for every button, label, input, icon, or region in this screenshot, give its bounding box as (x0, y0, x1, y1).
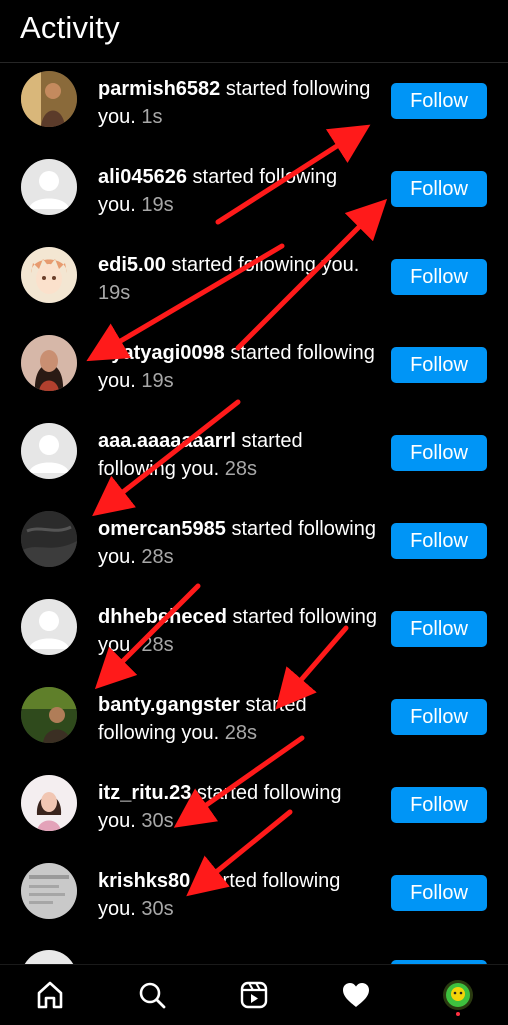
notification-text: krishks80 started following you. 30s (98, 867, 378, 923)
list-item[interactable]: parmish6582 started following you. 1s Fol… (0, 56, 508, 144)
avatar[interactable] (21, 775, 77, 831)
timestamp: 28s (141, 634, 174, 656)
bottom-nav (0, 964, 508, 1025)
follow-button[interactable]: Follow (391, 83, 487, 119)
notification-message: started following you. (171, 254, 360, 276)
reels-icon[interactable] (238, 979, 270, 1011)
avatar[interactable] (21, 599, 77, 655)
avatar (21, 950, 77, 964)
avatar[interactable] (21, 335, 77, 391)
follow-button[interactable]: Follow (391, 435, 487, 471)
notification-text: omercan5985 started following you. 28s (98, 515, 378, 571)
home-icon[interactable] (34, 979, 66, 1011)
username[interactable]: itz_ritu.23 (98, 782, 191, 804)
timestamp: 1s (141, 106, 163, 128)
timestamp: 30s (141, 898, 174, 920)
notification-text: dhhebeheced started following you. 28s (98, 603, 378, 659)
notification-text: riyatyagi0098 started following you. 19s (98, 339, 378, 395)
list-item[interactable]: omercan5985 started following you. 28s Fo… (0, 496, 508, 584)
follow-button[interactable]: Follow (391, 523, 487, 559)
username[interactable]: edi5.00 (98, 254, 166, 276)
follow-button[interactable]: Follow (391, 259, 487, 295)
avatar[interactable] (21, 687, 77, 743)
username[interactable]: aaa.aaaaaaarrl (98, 430, 236, 452)
follow-button[interactable]: Follow (391, 787, 487, 823)
notification-text: aaa.aaaaaaarrl started following you. 28… (98, 427, 378, 483)
profile-avatar[interactable] (441, 979, 473, 1016)
avatar[interactable] (21, 71, 77, 127)
list-item[interactable]: banty.gangster started following you. 28… (0, 672, 508, 760)
notification-text: itz_ritu.23 started following you. 30s (98, 779, 378, 835)
avatar[interactable] (21, 863, 77, 919)
list-item[interactable]: ali045626 started following you. 19s Foll… (0, 144, 508, 232)
username[interactable]: krishks80 (98, 870, 190, 892)
timestamp: 19s (141, 370, 174, 392)
username[interactable]: banty.gangster (98, 694, 240, 716)
follow-button[interactable]: Follow (391, 699, 487, 735)
follow-button[interactable]: Follow (391, 875, 487, 911)
avatar[interactable] (21, 159, 77, 215)
username[interactable]: riyatyagi0098 (98, 342, 225, 364)
header: Activity (0, 0, 508, 62)
follow-button[interactable]: Follow (391, 611, 487, 647)
heart-icon[interactable] (340, 979, 372, 1011)
timestamp: 19s (141, 194, 174, 216)
timestamp: 28s (141, 546, 174, 568)
timestamp: 19s (98, 282, 131, 304)
avatar[interactable] (21, 423, 77, 479)
follow-button[interactable]: Follow (391, 171, 487, 207)
avatar[interactable] (21, 511, 77, 567)
list-item[interactable]: krishks80 started following you. 30s Foll… (0, 848, 508, 936)
list-item[interactable]: aaa.aaaaaaarrl started following you. 28… (0, 408, 508, 496)
page-title: Activity (20, 10, 120, 45)
username[interactable]: dhhebeheced (98, 606, 227, 628)
notification-text: edi5.00 started following you. 19s (98, 251, 378, 307)
partial-list-item (0, 950, 508, 964)
search-icon[interactable] (136, 979, 168, 1011)
list-item[interactable]: edi5.00 started following you. 19s Follow (0, 232, 508, 320)
avatar[interactable] (21, 247, 77, 303)
list-item[interactable]: dhhebeheced started following you. 28s Fo… (0, 584, 508, 672)
notification-list: parmish6582 started following you. 1s Fol… (0, 56, 508, 936)
timestamp: 28s (224, 722, 257, 744)
list-item[interactable]: itz_ritu.23 started following you. 30s Fo… (0, 760, 508, 848)
follow-button[interactable]: Follow (391, 347, 487, 383)
notification-text: banty.gangster started following you. 28… (98, 691, 378, 747)
username[interactable]: omercan5985 (98, 518, 226, 540)
notification-text: ali045626 started following you. 19s (98, 163, 378, 219)
username[interactable]: parmish6582 (98, 78, 220, 100)
list-item[interactable]: riyatyagi0098 started following you. 19s… (0, 320, 508, 408)
username[interactable]: ali045626 (98, 166, 187, 188)
notification-text: parmish6582 started following you. 1s (98, 75, 378, 131)
timestamp: 28s (224, 458, 257, 480)
timestamp: 30s (141, 810, 174, 832)
